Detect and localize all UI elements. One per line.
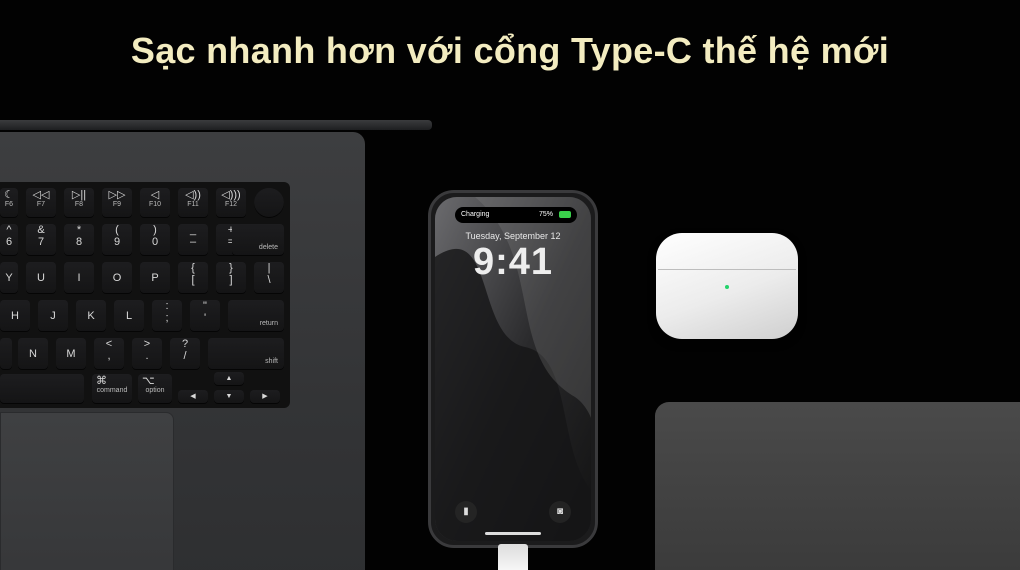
key-p: P — [140, 262, 170, 294]
key-o: O — [102, 262, 132, 294]
touch-id-icon — [254, 188, 284, 218]
key-arrow-left: ◀ — [178, 390, 208, 404]
key-j: J — [38, 300, 68, 332]
key-arrow-down: ▼ — [214, 390, 244, 404]
phone: Charging 75% Tuesday, September 12 9:41 … — [428, 190, 598, 548]
status-island: Charging 75% — [455, 207, 577, 223]
key-backslash: | \ — [254, 262, 284, 294]
key-b-partial — [0, 338, 12, 370]
usb-c-cable — [498, 544, 528, 570]
key-n: N — [18, 338, 48, 370]
case-seam — [658, 269, 796, 270]
lock-time: 9:41 — [472, 241, 554, 283]
key-9: (9 — [102, 224, 132, 256]
key-y: Y — [0, 262, 18, 294]
key-m: M — [56, 338, 86, 370]
product-scene: Sạc nhanh hơn với cổng Type-C thế hệ mới… — [0, 0, 1020, 570]
trackpad — [0, 412, 174, 570]
key-minus: _ – — [178, 224, 208, 256]
key-0: ) 0 — [140, 224, 170, 256]
charging-label: Charging — [461, 211, 490, 218]
camera-icon[interactable]: ◙ — [549, 501, 571, 523]
key-l: L — [114, 300, 144, 332]
key-quote: " ' — [190, 300, 220, 332]
headline: Sạc nhanh hơn với cổng Type-C thế hệ mới — [130, 30, 890, 71]
key-command: ⌘ command — [92, 374, 132, 404]
key-shift: shift — [208, 338, 284, 370]
status-light-icon — [725, 285, 729, 289]
flashlight-icon[interactable]: ▮ — [455, 501, 477, 523]
key-bracket-left: {[ — [178, 262, 208, 294]
laptop-lid — [0, 120, 432, 130]
key-u: U — [26, 262, 56, 294]
key-f8: ▷|| F8 — [64, 188, 94, 218]
key-return: return — [228, 300, 284, 332]
laptop-keyboard: ☾ F6 ◁◁ F7 ▷|| F8 ▷▷ F9 ◁ F10 ◁)) F11 ◁))) F12 … — [0, 182, 290, 408]
key-f11: ◁)) F11 — [178, 188, 208, 218]
key-slash: ? / — [170, 338, 200, 370]
key-8: * 8 — [64, 224, 94, 256]
key-f9: ▷▷ F9 — [102, 188, 132, 218]
lock-date: Tuesday, September 12 — [465, 231, 561, 241]
key-h: H — [0, 300, 30, 332]
key-f7: ◁◁ F7 — [26, 188, 56, 218]
lock-screen: Charging 75% Tuesday, September 12 9:41 … — [435, 197, 591, 541]
airpods-case — [656, 233, 798, 339]
key-comma: <, — [94, 338, 124, 370]
key-7: & 7 — [26, 224, 56, 256]
key-option: ⌥ option — [138, 374, 172, 404]
key-f6: ☾ F6 — [0, 188, 18, 218]
key-delete: delete — [232, 224, 284, 256]
key-6: ^ 6 — [0, 224, 18, 256]
key-i: I — [64, 262, 94, 294]
key-space — [0, 374, 84, 404]
key-k: K — [76, 300, 106, 332]
key-f12: ◁))) F12 — [216, 188, 246, 218]
trackpad-accessory — [655, 402, 1020, 570]
key-semicolon: :; — [152, 300, 182, 332]
key-period: >. — [132, 338, 162, 370]
key-arrow-up: ▲ — [214, 372, 244, 386]
battery-icon — [559, 211, 571, 218]
key-arrow-right: ▶ — [250, 390, 280, 404]
key-f10: ◁ F10 — [140, 188, 170, 218]
home-indicator — [485, 532, 541, 535]
battery-percent: 75% — [538, 211, 553, 218]
key-bracket-right: }] — [216, 262, 246, 294]
